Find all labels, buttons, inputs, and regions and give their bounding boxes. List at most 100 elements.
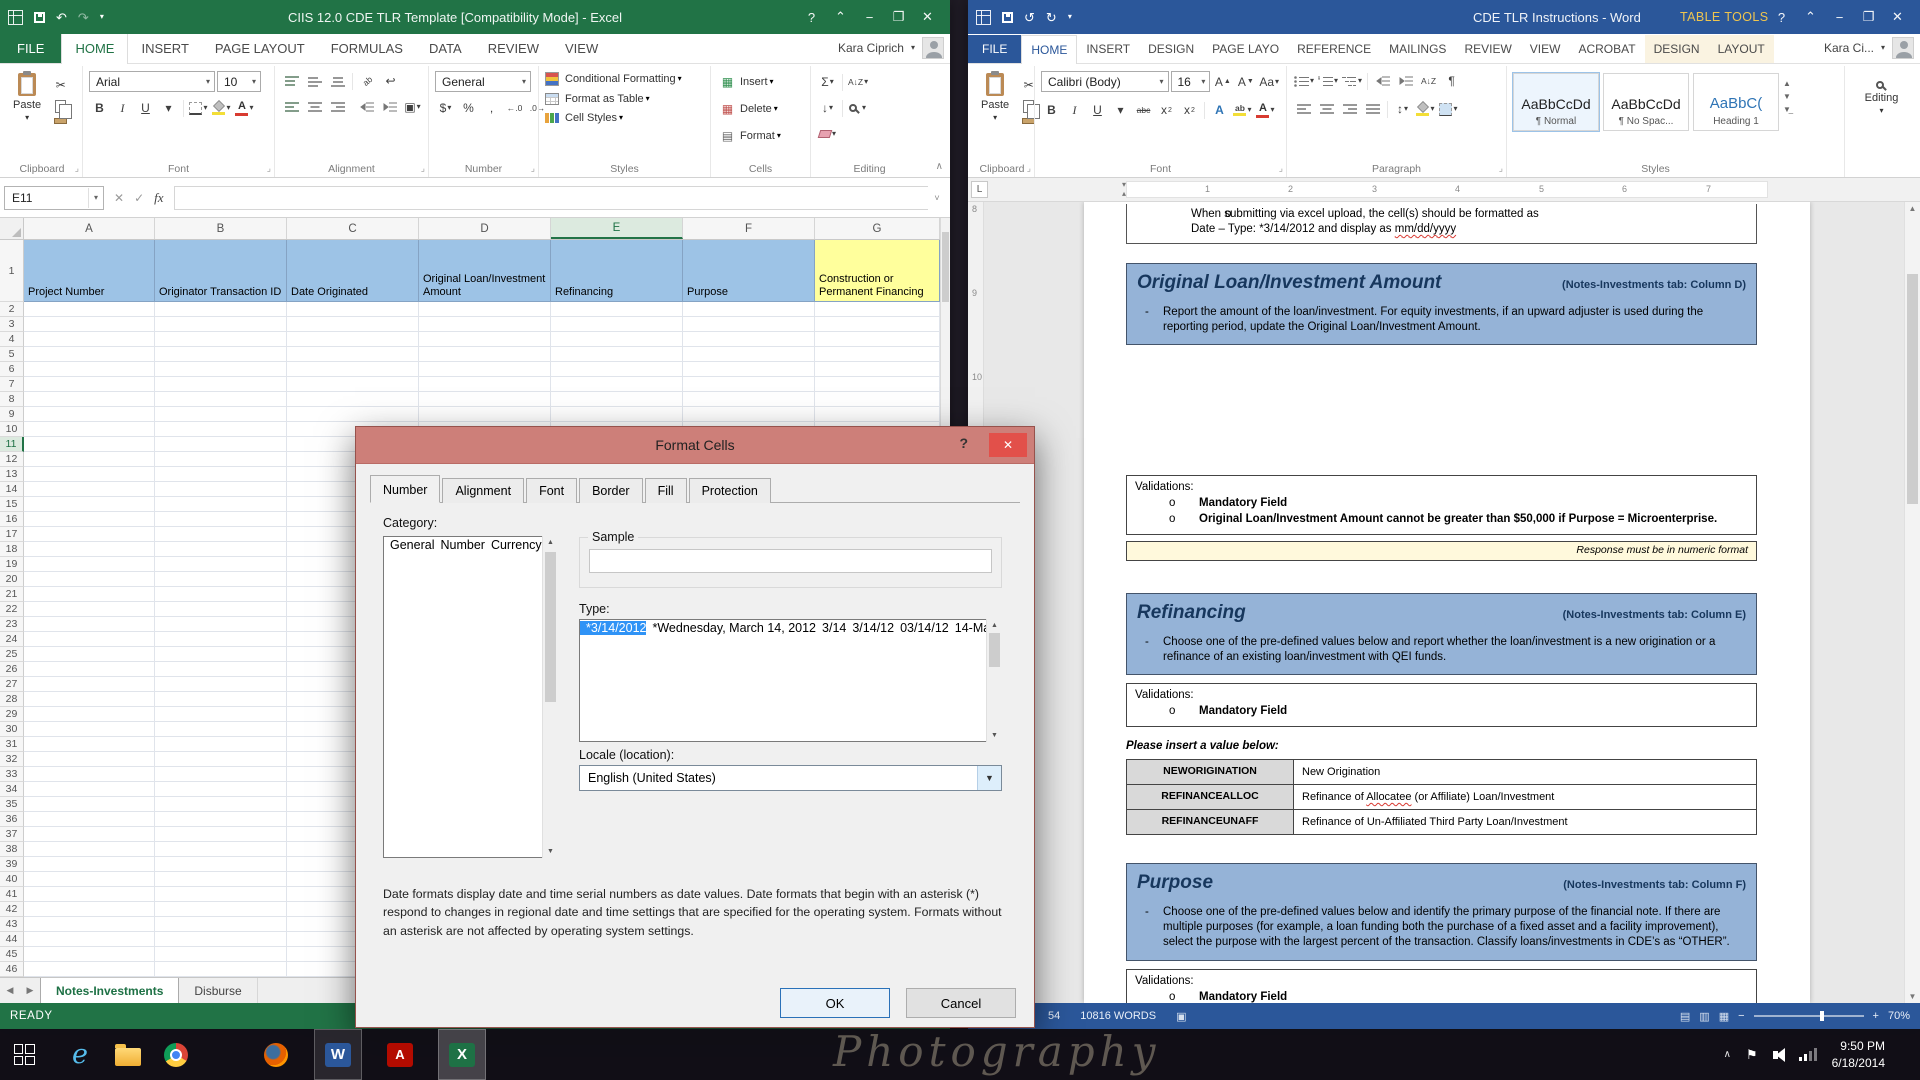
cell[interactable] <box>155 887 287 902</box>
delete-cells-button[interactable]: Delete <box>740 103 772 115</box>
scroll-down-icon[interactable]: ▼ <box>543 848 558 855</box>
ribbon-tab[interactable]: REFERENCE <box>1288 35 1380 63</box>
cell[interactable] <box>815 347 940 362</box>
print-layout-icon[interactable]: ▥ <box>1699 1010 1709 1023</box>
confirm-entry-icon[interactable]: ✓ <box>134 191 144 205</box>
header-cell[interactable]: Original Loan/Investment Amount <box>419 240 551 302</box>
align-left-icon[interactable] <box>1293 99 1314 119</box>
row-header[interactable]: 36 <box>0 812 24 827</box>
header-cell[interactable]: Date Originated <box>287 240 419 302</box>
cell[interactable] <box>24 662 155 677</box>
ribbon-tab[interactable]: LAYOUT <box>1709 35 1774 63</box>
cell[interactable] <box>155 527 287 542</box>
cell[interactable] <box>155 752 287 767</box>
cell[interactable] <box>24 707 155 722</box>
cell[interactable] <box>287 332 419 347</box>
category-item[interactable]: Currency <box>485 538 542 552</box>
cell[interactable] <box>155 557 287 572</box>
row-header[interactable]: 18 <box>0 542 24 557</box>
cell[interactable] <box>155 812 287 827</box>
taskbar-excel[interactable]: X <box>438 1029 486 1080</box>
row-header[interactable]: 35 <box>0 797 24 812</box>
row-header[interactable]: 38 <box>0 842 24 857</box>
row-header[interactable]: 15 <box>0 497 24 512</box>
sheet-tab[interactable]: Disburse <box>179 978 257 1003</box>
type-item[interactable]: 3/14/12 <box>846 621 894 635</box>
cell[interactable] <box>287 302 419 317</box>
row-header[interactable]: 26 <box>0 662 24 677</box>
redo-icon[interactable]: ↻ <box>1046 11 1057 24</box>
ribbon-tab[interactable]: FORMULAS <box>318 34 416 63</box>
scroll-thumb[interactable] <box>545 552 556 702</box>
cell[interactable] <box>155 947 287 962</box>
category-item[interactable]: Number <box>434 538 484 552</box>
styles-scroll-down-icon[interactable]: ▼ <box>1783 92 1791 101</box>
taskbar-chrome[interactable] <box>152 1029 200 1080</box>
excel-account[interactable]: Kara Ciprich ▾ <box>838 37 944 63</box>
cell[interactable] <box>24 962 155 977</box>
cell[interactable] <box>551 317 683 332</box>
restore-icon[interactable]: ❐ <box>1854 9 1883 25</box>
font-color-icon[interactable]: A▾ <box>234 98 255 118</box>
multilevel-list-icon[interactable]: ▾ <box>1341 71 1363 91</box>
taskbar-internet-explorer[interactable]: e <box>56 1029 104 1080</box>
strikethrough-icon[interactable]: abc <box>1133 100 1154 120</box>
cell[interactable] <box>155 767 287 782</box>
dialog-tab[interactable]: Protection <box>689 478 771 503</box>
row-header[interactable]: 19 <box>0 557 24 572</box>
copy-icon[interactable] <box>55 100 66 113</box>
column-header[interactable]: A <box>24 218 155 239</box>
cell[interactable] <box>815 392 940 407</box>
cell[interactable] <box>155 677 287 692</box>
cell[interactable] <box>155 917 287 932</box>
zoom-out-icon[interactable]: − <box>1738 1010 1744 1022</box>
taskbar-file-explorer[interactable] <box>104 1029 152 1080</box>
ribbon-tab[interactable]: INSERT <box>128 34 201 63</box>
show-hidden-icons-icon[interactable]: ∧ <box>1724 1049 1731 1060</box>
redo-icon[interactable]: ↷ <box>78 11 89 24</box>
column-header[interactable]: E <box>551 218 683 239</box>
shrink-font-icon[interactable]: A▼ <box>1235 72 1256 92</box>
cut-icon[interactable]: ✂ <box>50 75 71 95</box>
row-header[interactable]: 14 <box>0 482 24 497</box>
cell[interactable] <box>24 722 155 737</box>
cell[interactable] <box>155 542 287 557</box>
cell[interactable] <box>155 632 287 647</box>
superscript-icon[interactable]: x2 <box>1179 100 1200 120</box>
cell[interactable] <box>155 422 287 437</box>
increase-indent-icon[interactable] <box>1395 71 1416 91</box>
row-header[interactable]: 44 <box>0 932 24 947</box>
cell[interactable] <box>155 377 287 392</box>
cell[interactable] <box>24 362 155 377</box>
taskbar-word[interactable]: W <box>314 1029 362 1080</box>
cell[interactable] <box>683 302 815 317</box>
change-case-icon[interactable]: Aa▾ <box>1258 72 1280 92</box>
cell[interactable] <box>24 887 155 902</box>
align-right-icon[interactable] <box>327 97 348 117</box>
row-header[interactable]: 41 <box>0 887 24 902</box>
cell[interactable] <box>419 392 551 407</box>
cell[interactable] <box>24 407 155 422</box>
align-middle-icon[interactable] <box>304 71 325 91</box>
save-icon[interactable] <box>1002 12 1013 23</box>
row-header[interactable]: 42 <box>0 902 24 917</box>
underline-caret-icon[interactable]: ▾ <box>1110 100 1131 120</box>
grow-font-icon[interactable]: A▲ <box>1212 72 1233 92</box>
ribbon-tab[interactable]: FILE <box>0 34 61 63</box>
category-list[interactable]: GeneralNumberCurrencyAccountingDateTimeP… <box>383 536 558 858</box>
cell[interactable] <box>155 647 287 662</box>
cell[interactable] <box>24 392 155 407</box>
page-count-fragment[interactable]: 54 <box>1048 1010 1060 1022</box>
cell[interactable] <box>683 347 815 362</box>
volume-icon[interactable] <box>1773 1051 1778 1059</box>
row-header[interactable]: 23 <box>0 617 24 632</box>
cell[interactable] <box>287 362 419 377</box>
align-bottom-icon[interactable] <box>327 71 348 91</box>
sheet-nav-right-icon[interactable]: ▶ <box>20 978 40 1003</box>
show-formatting-icon[interactable]: ¶ <box>1441 71 1462 91</box>
cell[interactable] <box>815 317 940 332</box>
word-count[interactable]: 10816 WORDS <box>1080 1010 1156 1022</box>
column-header[interactable]: D <box>419 218 551 239</box>
cell[interactable] <box>24 302 155 317</box>
cell[interactable] <box>419 407 551 422</box>
